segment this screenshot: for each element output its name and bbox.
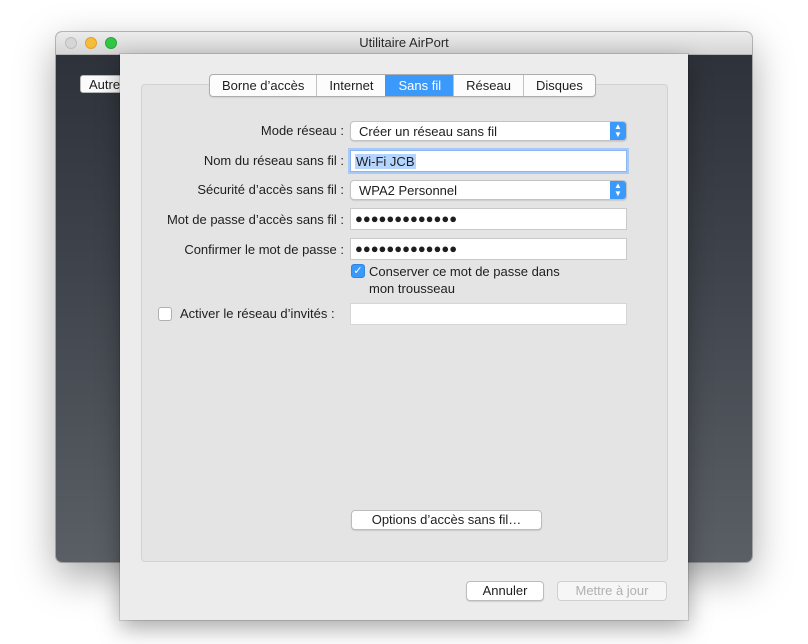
confirm-password-value: ●●●●●●●●●●●●●: [355, 241, 458, 256]
guest-network-field: [350, 303, 627, 325]
tab-internet[interactable]: Internet: [316, 75, 385, 96]
password-field[interactable]: ●●●●●●●●●●●●●: [350, 208, 627, 230]
settings-sheet: Borne d’accès Internet Sans fil Réseau D…: [120, 54, 688, 620]
security-value: WPA2 Personnel: [359, 183, 458, 198]
confirm-password-label: Confirmer le mot de passe :: [184, 242, 344, 257]
up-down-chevron-icon: ▲ ▼: [610, 122, 626, 140]
password-label: Mot de passe d’accès sans fil :: [166, 212, 344, 227]
tab-network[interactable]: Réseau: [453, 75, 523, 96]
network-name-label: Nom du réseau sans fil :: [203, 153, 344, 168]
update-button: Mettre à jour: [557, 581, 667, 601]
cancel-button[interactable]: Annuler: [466, 581, 544, 601]
up-down-chevron-icon: ▲ ▼: [610, 181, 626, 199]
security-label: Sécurité d’accès sans fil :: [197, 182, 344, 197]
network-name-value: Wi-Fi JCB: [355, 154, 416, 169]
keychain-label-line2: mon trousseau: [369, 281, 455, 296]
network-mode-value: Créer un réseau sans fil: [359, 124, 498, 139]
confirm-password-field[interactable]: ●●●●●●●●●●●●●: [350, 238, 627, 260]
keychain-label-line1: Conserver ce mot de passe dans: [369, 264, 560, 279]
tab-base-station[interactable]: Borne d’accès: [210, 75, 316, 96]
zoom-icon[interactable]: [105, 37, 117, 49]
tab-wireless[interactable]: Sans fil: [385, 75, 454, 96]
guest-network-label: Activer le réseau d’invités :: [180, 306, 335, 321]
tab-bar: Borne d’accès Internet Sans fil Réseau D…: [209, 74, 596, 97]
network-mode-select[interactable]: Créer un réseau sans fil ▲ ▼: [350, 121, 627, 141]
keychain-label: Conserver ce mot de passe dans mon trous…: [369, 263, 560, 297]
close-icon[interactable]: [65, 37, 77, 49]
security-select[interactable]: WPA2 Personnel ▲ ▼: [350, 180, 627, 200]
guest-network-checkbox[interactable]: [158, 307, 172, 321]
wireless-options-button[interactable]: Options d’accès sans fil…: [351, 510, 542, 530]
keychain-checkbox[interactable]: ✓: [351, 264, 365, 278]
window-title: Utilitaire AirPort: [359, 35, 449, 50]
window-titlebar: Utilitaire AirPort: [56, 32, 752, 55]
minimize-icon[interactable]: [85, 37, 97, 49]
checkmark-icon: ✓: [353, 265, 363, 277]
password-value: ●●●●●●●●●●●●●: [355, 211, 458, 226]
network-mode-label: Mode réseau :: [260, 123, 344, 138]
network-name-field[interactable]: Wi-Fi JCB: [350, 150, 627, 172]
tab-disks[interactable]: Disques: [522, 75, 595, 96]
